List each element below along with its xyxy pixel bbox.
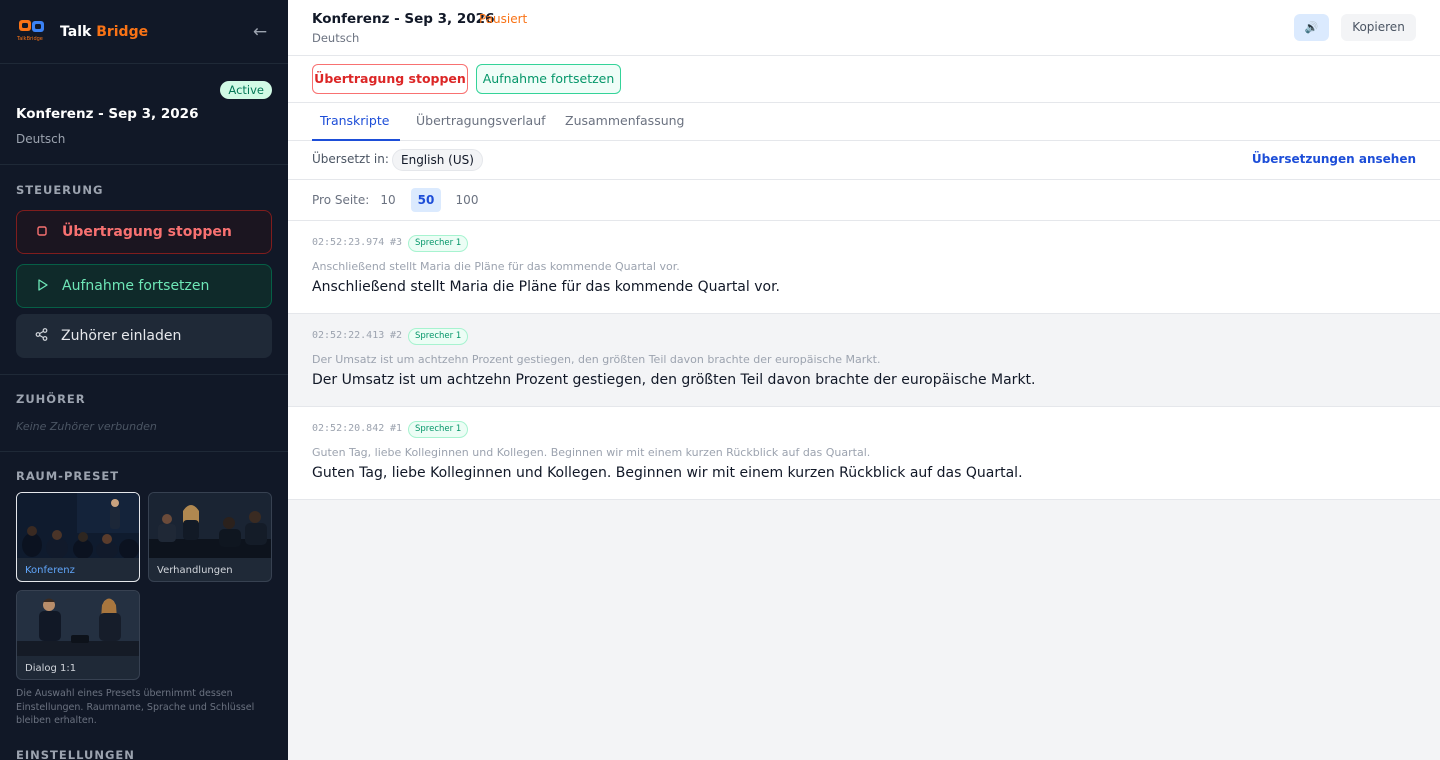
- resume-recording-button-main[interactable]: Aufnahme fortsetzen: [476, 64, 621, 94]
- play-icon: [35, 278, 49, 294]
- speaker-badge: Sprecher 1: [408, 421, 469, 438]
- session-title: Konferenz - Sep 3, 2026: [16, 106, 199, 122]
- invite-listeners-button[interactable]: Zuhörer einladen: [16, 314, 272, 358]
- preset-verhandlungen-image: [149, 493, 271, 558]
- controls-heading: STEUERUNG: [16, 183, 104, 197]
- per-page-label: Pro Seite:: [312, 193, 370, 207]
- divider: [0, 451, 288, 452]
- pagination-bar: Pro Seite: 10 50 100: [288, 180, 1440, 221]
- entry-timestamp: 02:52:23.974: [312, 237, 385, 248]
- share-icon: [34, 328, 48, 344]
- preset-hint: Die Auswahl eines Presets übernimmt dess…: [16, 688, 255, 726]
- target-language-pill[interactable]: English (US): [392, 149, 483, 171]
- per-page-50[interactable]: 50: [411, 188, 441, 212]
- view-translations-link[interactable]: Übersetzungen ansehen: [1252, 152, 1416, 166]
- arrow-left-icon: ←: [252, 22, 268, 42]
- per-page-100[interactable]: 100: [452, 188, 482, 212]
- settings-heading: EINSTELLUNGEN: [16, 748, 135, 760]
- transcript-entry: 02:52:22.413 #2 Sprecher 1 Der Umsatz is…: [288, 314, 1440, 407]
- entry-number: #2: [390, 330, 403, 341]
- preset-dialog-image: [17, 591, 139, 656]
- talkbridge-logo: TalkBridge: [16, 17, 50, 47]
- session-status: Pausiert: [479, 12, 528, 26]
- speaker-badge: Sprecher 1: [408, 328, 469, 345]
- stop-transmission-button[interactable]: Übertragung stoppen: [16, 210, 272, 254]
- listeners-heading: ZUHÖRER: [16, 392, 86, 406]
- entry-original-text: Anschließend stellt Maria die Pläne für …: [312, 260, 680, 273]
- per-page-10[interactable]: 10: [376, 188, 400, 212]
- entry-translated-text: Anschließend stellt Maria die Pläne für …: [312, 279, 780, 295]
- transcript-entry: 02:52:20.842 #1 Sprecher 1 Guten Tag, li…: [288, 407, 1440, 500]
- entry-number: #1: [390, 423, 403, 434]
- status-badge: Active: [220, 81, 272, 99]
- speaker-icon: 🔊: [1304, 21, 1319, 34]
- entry-translated-text: Der Umsatz ist um achtzehn Prozent gesti…: [312, 372, 1036, 388]
- tab-transcripts[interactable]: Transkripte: [312, 103, 400, 141]
- tab-transmission-history[interactable]: Übertragungsverlauf: [416, 103, 546, 141]
- preset-konferenz[interactable]: Konferenz: [16, 492, 140, 582]
- tab-bar: Transkripte Übertragungsverlauf Zusammen…: [288, 103, 1440, 141]
- speaker-badge: Sprecher 1: [408, 235, 469, 252]
- audio-toggle-button[interactable]: 🔊: [1294, 14, 1329, 41]
- entry-timestamp: 02:52:20.842: [312, 423, 385, 434]
- translation-bar: Übersetzt in: English (US) Übersetzungen…: [288, 141, 1440, 180]
- preset-dialog[interactable]: Dialog 1:1: [16, 590, 140, 680]
- brand-header: TalkBridge Talk Bridge ←: [0, 0, 288, 64]
- brand-name: Talk Bridge: [60, 23, 149, 40]
- preset-konferenz-image: [17, 493, 139, 559]
- top-bar: Konferenz - Sep 3, 2026 Pausiert Deutsch…: [288, 0, 1440, 56]
- session-card: Active Konferenz - Sep 3, 2026 Deutsch: [0, 64, 288, 165]
- translated-into-label: Übersetzt in:: [312, 152, 389, 166]
- action-bar: Übertragung stoppen Aufnahme fortsetzen: [288, 56, 1440, 103]
- entry-translated-text: Guten Tag, liebe Kolleginnen und Kollege…: [312, 465, 1023, 481]
- room-preset-heading: RAUM-PRESET: [16, 469, 120, 483]
- source-language: Deutsch: [312, 31, 360, 45]
- preset-verhandlungen[interactable]: Verhandlungen: [148, 492, 272, 582]
- transcript-entry: 02:52:23.974 #3 Sprecher 1 Anschließend …: [288, 221, 1440, 314]
- sidebar: TalkBridge Talk Bridge ← Active Konferen…: [0, 0, 288, 760]
- main-panel: Konferenz - Sep 3, 2026 Pausiert Deutsch…: [288, 0, 1440, 760]
- entry-original-text: Der Umsatz ist um achtzehn Prozent gesti…: [312, 353, 881, 366]
- entry-timestamp: 02:52:22.413: [312, 330, 385, 341]
- entry-number: #3: [390, 237, 403, 248]
- collapse-sidebar-button[interactable]: ←: [248, 20, 272, 44]
- divider: [0, 374, 288, 375]
- tab-summary[interactable]: Zusammenfassung: [565, 103, 685, 141]
- stop-transmission-button-main[interactable]: Übertragung stoppen: [312, 64, 468, 94]
- entry-original-text: Guten Tag, liebe Kolleginnen und Kollege…: [312, 446, 871, 459]
- listeners-empty-text: Keine Zuhörer verbunden: [16, 420, 157, 433]
- session-language: Deutsch: [16, 132, 66, 146]
- copy-button[interactable]: Kopieren: [1341, 14, 1416, 41]
- square-stop-icon: [35, 225, 49, 239]
- page-title: Konferenz - Sep 3, 2026: [312, 11, 495, 27]
- resume-recording-button[interactable]: Aufnahme fortsetzen: [16, 264, 272, 308]
